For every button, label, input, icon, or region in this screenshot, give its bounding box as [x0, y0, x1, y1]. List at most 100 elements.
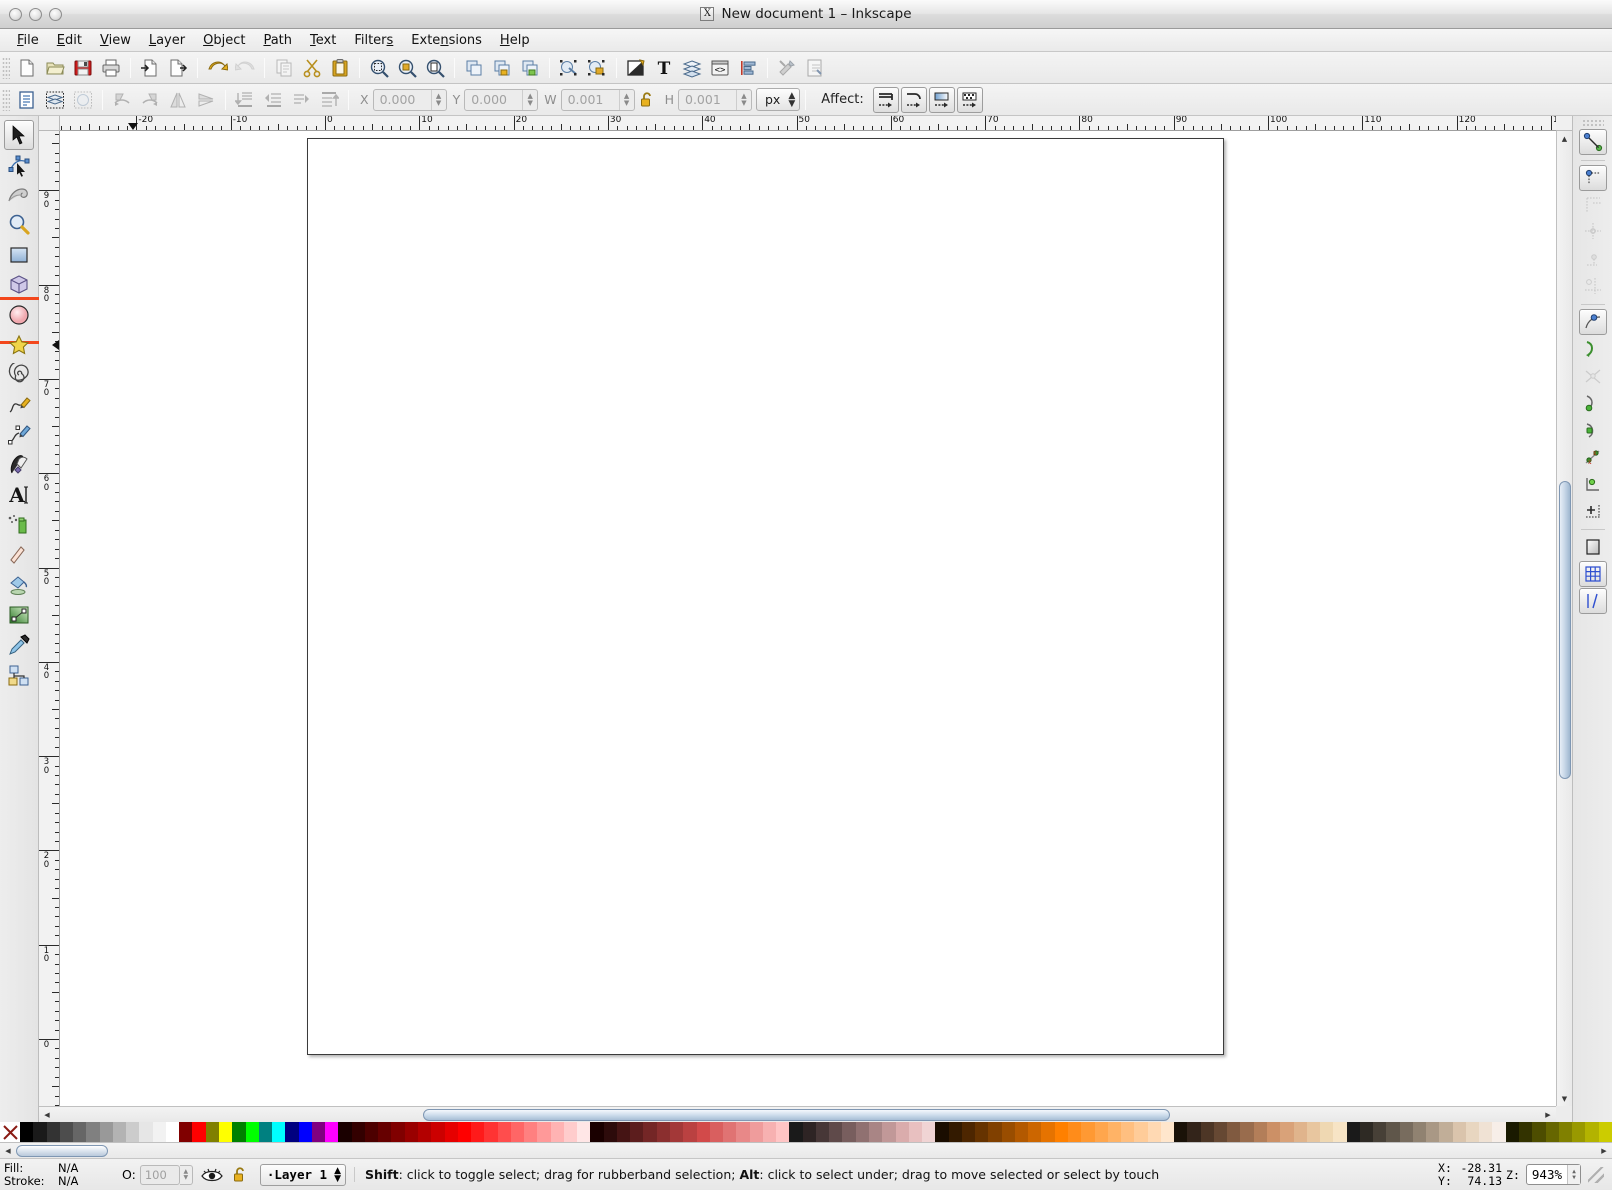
palette-swatch[interactable]	[1400, 1122, 1413, 1142]
palette-swatch[interactable]	[259, 1122, 272, 1142]
unit-selector[interactable]: px ▲▼	[756, 88, 800, 111]
print-document-icon[interactable]	[98, 55, 124, 81]
open-document-icon[interactable]	[42, 55, 68, 81]
palette-swatch[interactable]	[643, 1122, 656, 1142]
palette-scroll-right-icon[interactable]: ▶	[1596, 1143, 1612, 1159]
snap-guide-toggle[interactable]	[1579, 588, 1607, 614]
palette-swatch[interactable]	[1386, 1122, 1399, 1142]
palette-swatch[interactable]	[604, 1122, 617, 1142]
save-document-icon[interactable]	[70, 55, 96, 81]
palette-swatch[interactable]	[60, 1122, 73, 1142]
palette-swatch[interactable]	[736, 1122, 749, 1142]
lower-to-bottom-icon[interactable]	[232, 87, 258, 113]
canvas-viewport[interactable]	[60, 131, 1556, 1106]
scroll-right-arrow-icon[interactable]: ▶	[1540, 1107, 1556, 1123]
menu-extensions[interactable]: Extensions	[402, 31, 491, 50]
palette-swatch[interactable]	[192, 1122, 205, 1142]
undo-icon[interactable]	[204, 55, 230, 81]
paint-bucket-tool[interactable]	[4, 570, 34, 600]
gradient-tool[interactable]	[4, 600, 34, 630]
unlocked-padlock-icon[interactable]	[636, 87, 658, 113]
export-icon[interactable]	[165, 55, 191, 81]
snap-bbox-center-toggle[interactable]	[1579, 273, 1607, 299]
mask-icon[interactable]	[584, 55, 610, 81]
palette-swatch[interactable]	[1479, 1122, 1492, 1142]
palette-swatch[interactable]	[1240, 1122, 1253, 1142]
fill-stroke-dialog-icon[interactable]	[623, 55, 649, 81]
snap-object-rotation-center-toggle[interactable]	[1579, 471, 1607, 497]
snap-bbox-corner-toggle[interactable]	[1579, 219, 1607, 245]
raise-to-top-icon[interactable]	[316, 87, 342, 113]
palette-swatch[interactable]	[1028, 1122, 1041, 1142]
palette-swatch[interactable]	[73, 1122, 86, 1142]
palette-swatch[interactable]	[498, 1122, 511, 1142]
palette-swatch[interactable]	[1227, 1122, 1240, 1142]
x-field-stepper[interactable]: ▲▼	[431, 90, 446, 110]
horizontal-scroll-track[interactable]	[55, 1107, 1540, 1123]
unlocked-padlock-icon[interactable]	[227, 1162, 253, 1188]
select-all-icon[interactable]	[14, 87, 40, 113]
palette-swatch[interactable]	[179, 1122, 192, 1142]
vertical-ruler[interactable]: 0102030405060708090	[39, 131, 60, 1106]
snap-object-midpoint-toggle[interactable]	[1579, 498, 1607, 524]
palette-swatch[interactable]	[405, 1122, 418, 1142]
palette-swatch[interactable]	[458, 1122, 471, 1142]
palette-swatch[interactable]	[272, 1122, 285, 1142]
enable-snapping-toggle[interactable]	[1579, 129, 1607, 155]
palette-swatch[interactable]	[1108, 1122, 1121, 1142]
layer-selector[interactable]: ·Layer 1 ▲▼	[260, 1164, 346, 1186]
vertical-scroll-track[interactable]	[1557, 146, 1573, 1091]
palette-swatch[interactable]	[1333, 1122, 1346, 1142]
snap-page-border-toggle[interactable]	[1579, 534, 1607, 560]
color-palette[interactable]	[20, 1122, 1612, 1142]
palette-swatch[interactable]	[1002, 1122, 1015, 1142]
import-icon[interactable]	[137, 55, 163, 81]
height-field[interactable]: 0.001 ▲▼	[678, 89, 752, 111]
palette-swatch[interactable]	[139, 1122, 152, 1142]
palette-swatch[interactable]	[1585, 1122, 1598, 1142]
palette-swatch[interactable]	[33, 1122, 46, 1142]
palette-swatch[interactable]	[352, 1122, 365, 1142]
height-field-stepper[interactable]: ▲▼	[736, 90, 751, 110]
palette-swatch[interactable]	[1041, 1122, 1054, 1142]
affect-stroke-width-icon[interactable]	[873, 87, 899, 113]
palette-swatch[interactable]	[1599, 1122, 1612, 1142]
palette-swatch[interactable]	[1559, 1122, 1572, 1142]
width-field-stepper[interactable]: ▲▼	[619, 90, 634, 110]
xml-editor-icon[interactable]: <>	[707, 55, 733, 81]
node-tool[interactable]	[4, 150, 34, 180]
palette-swatch[interactable]	[935, 1122, 948, 1142]
connector-tool[interactable]	[4, 660, 34, 690]
toolbar-grip[interactable]	[2, 57, 10, 79]
maximize-window-button[interactable]	[49, 8, 62, 21]
align-distribute-icon[interactable]	[735, 55, 761, 81]
palette-swatch[interactable]	[842, 1122, 855, 1142]
affect-rounded-corners-icon[interactable]	[901, 87, 927, 113]
eraser-tool[interactable]	[4, 540, 34, 570]
palette-swatch[interactable]	[524, 1122, 537, 1142]
preferences-icon[interactable]	[774, 55, 800, 81]
palette-scroll-thumb[interactable]	[16, 1145, 108, 1157]
palette-swatch[interactable]	[1174, 1122, 1187, 1142]
text-tool[interactable]: A	[4, 480, 34, 510]
snap-to-cusp-node-toggle[interactable]	[1579, 390, 1607, 416]
duplicate-icon[interactable]	[461, 55, 487, 81]
palette-swatch[interactable]	[391, 1122, 404, 1142]
rotate-ccw-icon[interactable]	[109, 87, 135, 113]
snap-bbox-edge-toggle[interactable]	[1579, 192, 1607, 218]
palette-swatch[interactable]	[418, 1122, 431, 1142]
palette-swatch[interactable]	[1161, 1122, 1174, 1142]
palette-swatch[interactable]	[1413, 1122, 1426, 1142]
palette-swatch[interactable]	[511, 1122, 524, 1142]
y-field-stepper[interactable]: ▲▼	[522, 90, 537, 110]
ruler-corner[interactable]	[39, 116, 60, 131]
palette-swatch[interactable]	[246, 1122, 259, 1142]
x-field[interactable]: 0.000 ▲▼	[373, 89, 447, 111]
palette-swatch[interactable]	[909, 1122, 922, 1142]
palette-swatch[interactable]	[922, 1122, 935, 1142]
menu-path[interactable]: Path	[254, 31, 301, 50]
snap-nodes-paths-toggle[interactable]	[1579, 309, 1607, 335]
palette-swatch[interactable]	[1320, 1122, 1333, 1142]
palette-swatch[interactable]	[590, 1122, 603, 1142]
selector-tool[interactable]	[4, 120, 34, 150]
